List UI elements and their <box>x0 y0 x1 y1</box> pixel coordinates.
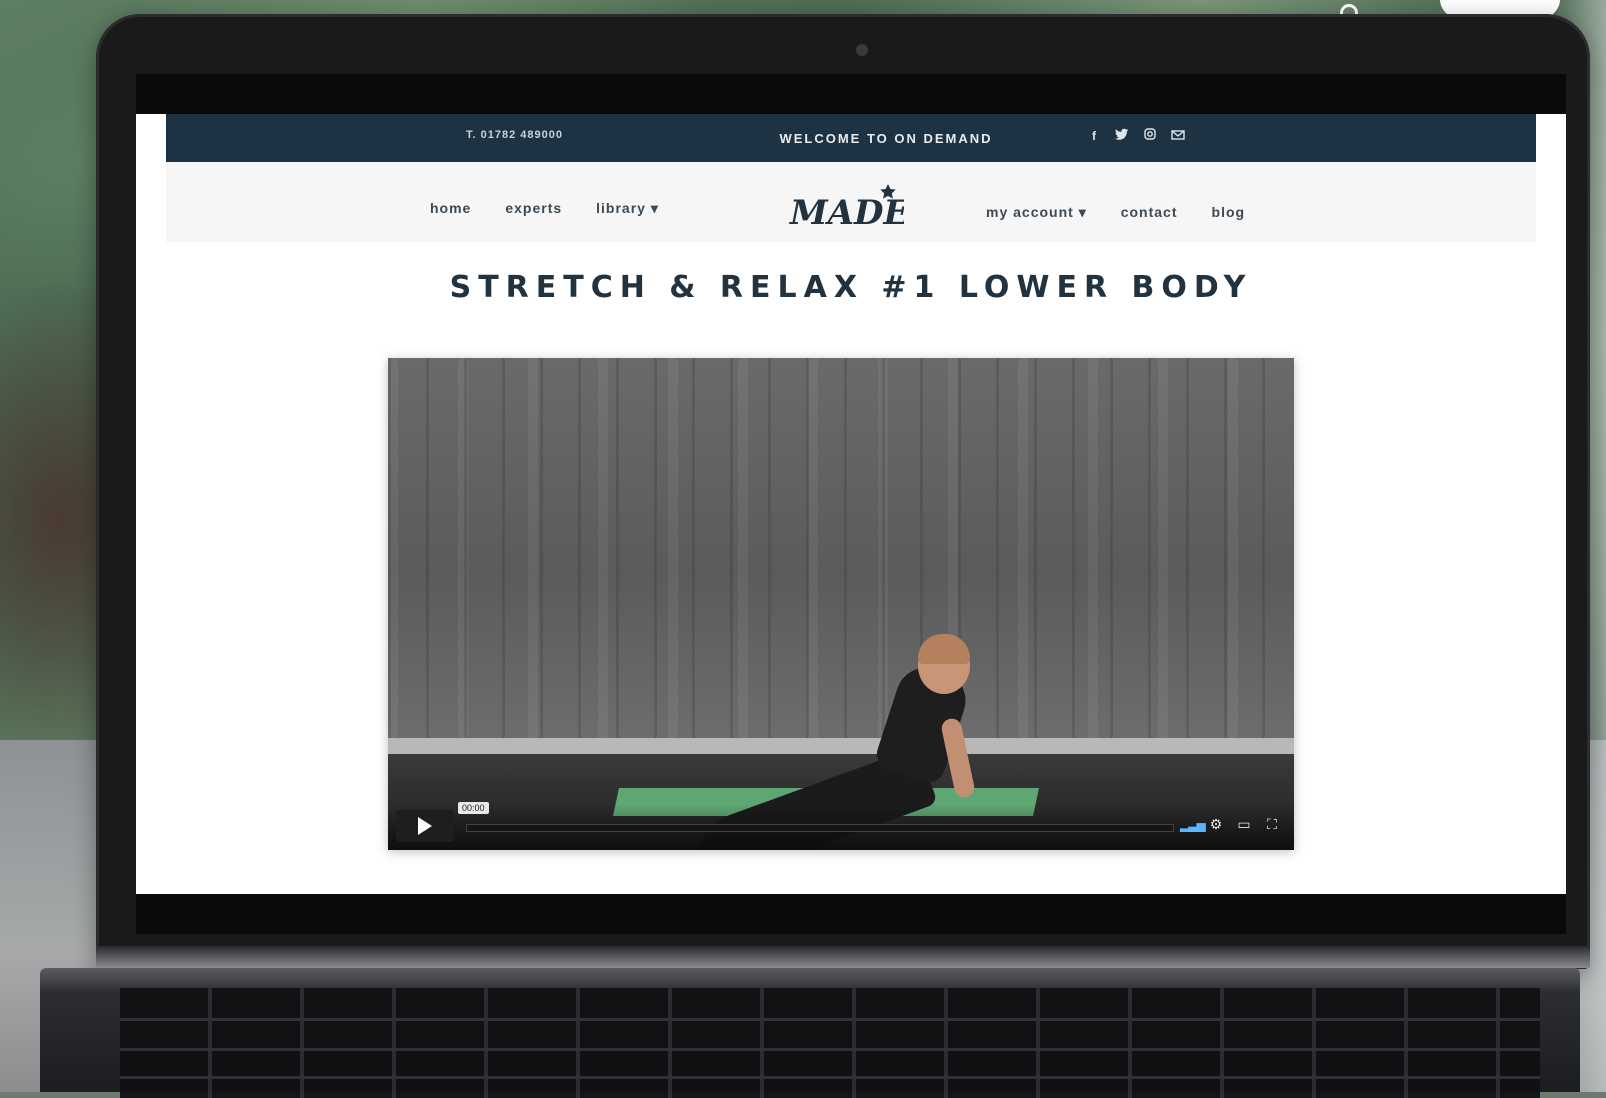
nav-left-group: home experts library ▾ <box>430 200 659 217</box>
time-display: 00:00 <box>458 802 489 814</box>
nav-home[interactable]: home <box>430 200 471 217</box>
logo-text: MADE <box>789 193 904 233</box>
key-row-divider <box>120 1076 1540 1079</box>
twitter-icon[interactable] <box>1114 128 1130 144</box>
video-controls: 00:00 ▂▃▅ ⚙ ▭ ⛶ <box>388 802 1294 850</box>
email-icon[interactable] <box>1170 128 1186 144</box>
laptop-hinge <box>96 946 1590 968</box>
video-frame-wall <box>388 358 1294 750</box>
video-frame-floor-band <box>388 738 1294 754</box>
site-logo[interactable]: MADE <box>784 178 911 236</box>
top-bar: T. 01782 489000 WELCOME TO ON DEMAND f <box>166 114 1536 162</box>
nav-experts[interactable]: experts <box>505 200 562 217</box>
phone-number[interactable]: T. 01782 489000 <box>466 129 666 141</box>
fullscreen-icon[interactable]: ⛶ <box>1264 816 1280 833</box>
facebook-icon[interactable]: f <box>1086 128 1102 144</box>
nav-my-account[interactable]: my account ▾ <box>986 204 1087 221</box>
main-navigation: home experts library ▾ MADE my account ▾… <box>166 162 1536 242</box>
play-icon <box>418 817 432 835</box>
keyboard <box>120 988 1540 1098</box>
airplay-icon[interactable]: ▭ <box>1236 816 1252 833</box>
website: T. 01782 489000 WELCOME TO ON DEMAND f h… <box>136 114 1566 894</box>
nav-blog[interactable]: blog <box>1212 204 1246 221</box>
play-button[interactable] <box>396 810 454 842</box>
welcome-message: WELCOME TO ON DEMAND <box>779 131 993 146</box>
key-row-divider <box>120 1048 1540 1051</box>
nav-right-group: my account ▾ contact blog <box>986 204 1245 221</box>
laptop-screen: T. 01782 489000 WELCOME TO ON DEMAND f h… <box>136 74 1566 934</box>
nav-library[interactable]: library ▾ <box>596 200 659 217</box>
webcam <box>856 44 868 56</box>
page-title: STRETCH & RELAX #1 LOWER BODY <box>449 270 1253 305</box>
video-player[interactable]: 00:00 ▂▃▅ ⚙ ▭ ⛶ <box>388 358 1294 850</box>
nav-contact[interactable]: contact <box>1121 204 1178 221</box>
volume-icon[interactable]: ▂▃▅ <box>1180 818 1206 832</box>
progress-bar[interactable] <box>466 824 1174 832</box>
key-row-divider <box>120 1018 1540 1021</box>
settings-icon[interactable]: ⚙ <box>1208 816 1224 833</box>
instagram-icon[interactable] <box>1142 128 1158 144</box>
social-links: f <box>1086 128 1186 144</box>
control-icons: ▂▃▅ ⚙ ▭ ⛶ <box>1180 816 1280 833</box>
